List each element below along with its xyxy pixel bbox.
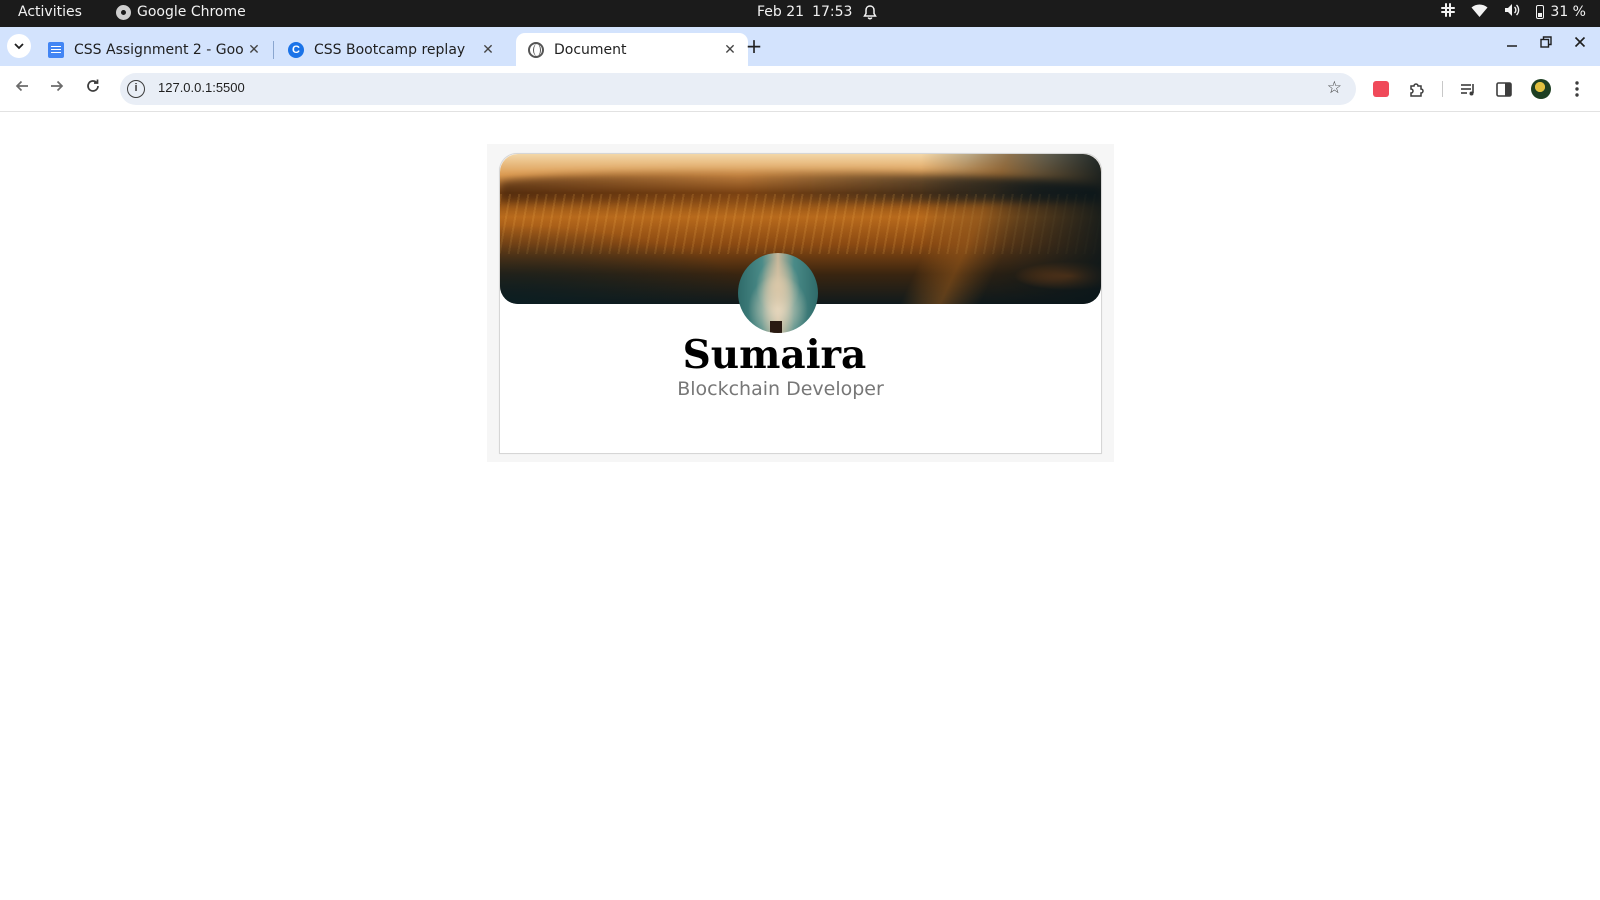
avatar bbox=[738, 253, 818, 333]
reload-icon bbox=[87, 79, 99, 92]
window-controls bbox=[1506, 36, 1586, 52]
url-text[interactable]: 127.0.0.1:5500 bbox=[158, 80, 245, 95]
browser-toolbar: i 127.0.0.1:5500 ☆ bbox=[0, 66, 1600, 112]
battery-level: 31 % bbox=[1550, 4, 1586, 20]
card-wrapper: Sumaira Blockchain Developer bbox=[487, 144, 1114, 462]
app-name: Google Chrome bbox=[137, 4, 246, 20]
red-extension-badge bbox=[1373, 81, 1389, 97]
minimize-icon[interactable] bbox=[1506, 36, 1518, 52]
bookmark-star-icon[interactable]: ☆ bbox=[1327, 78, 1342, 98]
arrow-left-icon bbox=[15, 80, 28, 92]
reload-button[interactable] bbox=[81, 77, 105, 101]
globe-icon bbox=[528, 41, 544, 58]
tab-css-assignment[interactable]: CSS Assignment 2 - Goog ✕ bbox=[36, 33, 272, 66]
profile-card: Sumaira Blockchain Developer bbox=[499, 153, 1102, 454]
new-tab-button[interactable]: + bbox=[742, 34, 766, 58]
close-tab-icon[interactable]: ✕ bbox=[244, 42, 264, 58]
cover-shadow-left bbox=[500, 224, 760, 304]
clock-date: Feb 21 bbox=[757, 4, 805, 20]
profile-name: Sumaira bbox=[682, 332, 867, 378]
close-tab-icon[interactable]: ✕ bbox=[478, 42, 498, 58]
media-controls-icon[interactable] bbox=[1457, 78, 1479, 100]
tab-document[interactable]: Document ✕ bbox=[516, 33, 748, 66]
activities-button[interactable]: Activities bbox=[18, 4, 82, 20]
clock[interactable]: Feb 21 17:53 bbox=[757, 4, 852, 20]
battery-indicator[interactable]: 31 % bbox=[1536, 4, 1586, 20]
tab-strip: CSS Assignment 2 - Goog ✕ C CSS Bootcamp… bbox=[0, 27, 1600, 66]
site-info-icon[interactable]: i bbox=[127, 80, 145, 98]
tab-css-bootcamp[interactable]: C CSS Bootcamp replay ✕ bbox=[276, 33, 506, 66]
system-top-bar: Activities Google Chrome Feb 21 17:53 31… bbox=[0, 0, 1600, 27]
profile-avatar[interactable] bbox=[1530, 78, 1552, 100]
cover-shadow-right bbox=[921, 154, 1101, 304]
address-bar[interactable]: i 127.0.0.1:5500 ☆ bbox=[120, 73, 1356, 105]
volume-icon[interactable] bbox=[1504, 3, 1520, 21]
profile-picture bbox=[1531, 79, 1551, 99]
tab-title: CSS Assignment 2 - Goog bbox=[74, 41, 244, 58]
tab-title: CSS Bootcamp replay bbox=[314, 41, 466, 58]
slack-icon[interactable] bbox=[1441, 3, 1456, 21]
tab-search-button[interactable] bbox=[7, 34, 31, 58]
extensions-puzzle-icon[interactable] bbox=[1405, 78, 1427, 100]
app-menu[interactable]: Google Chrome bbox=[116, 4, 246, 20]
notification-bell-icon[interactable] bbox=[862, 4, 878, 25]
chrome-icon bbox=[116, 4, 131, 20]
tab-separator bbox=[273, 41, 274, 59]
c-logo-icon: C bbox=[288, 41, 304, 58]
close-window-icon[interactable] bbox=[1574, 36, 1586, 52]
system-tray[interactable]: 31 % bbox=[1441, 3, 1586, 21]
back-button[interactable] bbox=[10, 77, 34, 101]
restore-icon[interactable] bbox=[1540, 36, 1552, 52]
toolbar-divider bbox=[1442, 81, 1443, 97]
tab-title: Document bbox=[554, 41, 627, 58]
battery-icon bbox=[1536, 5, 1545, 19]
extension-red-icon[interactable] bbox=[1370, 78, 1392, 100]
google-docs-icon bbox=[48, 41, 64, 58]
wifi-icon[interactable] bbox=[1471, 3, 1488, 21]
profile-title: Blockchain Developer bbox=[677, 378, 884, 400]
forward-button[interactable] bbox=[45, 77, 69, 101]
close-tab-icon[interactable]: ✕ bbox=[720, 42, 740, 58]
chevron-down-icon bbox=[14, 42, 24, 49]
clock-time: 17:53 bbox=[812, 4, 853, 20]
arrow-right-icon bbox=[51, 80, 64, 92]
side-panel-icon[interactable] bbox=[1493, 78, 1515, 100]
chrome-menu-icon[interactable] bbox=[1566, 78, 1588, 100]
